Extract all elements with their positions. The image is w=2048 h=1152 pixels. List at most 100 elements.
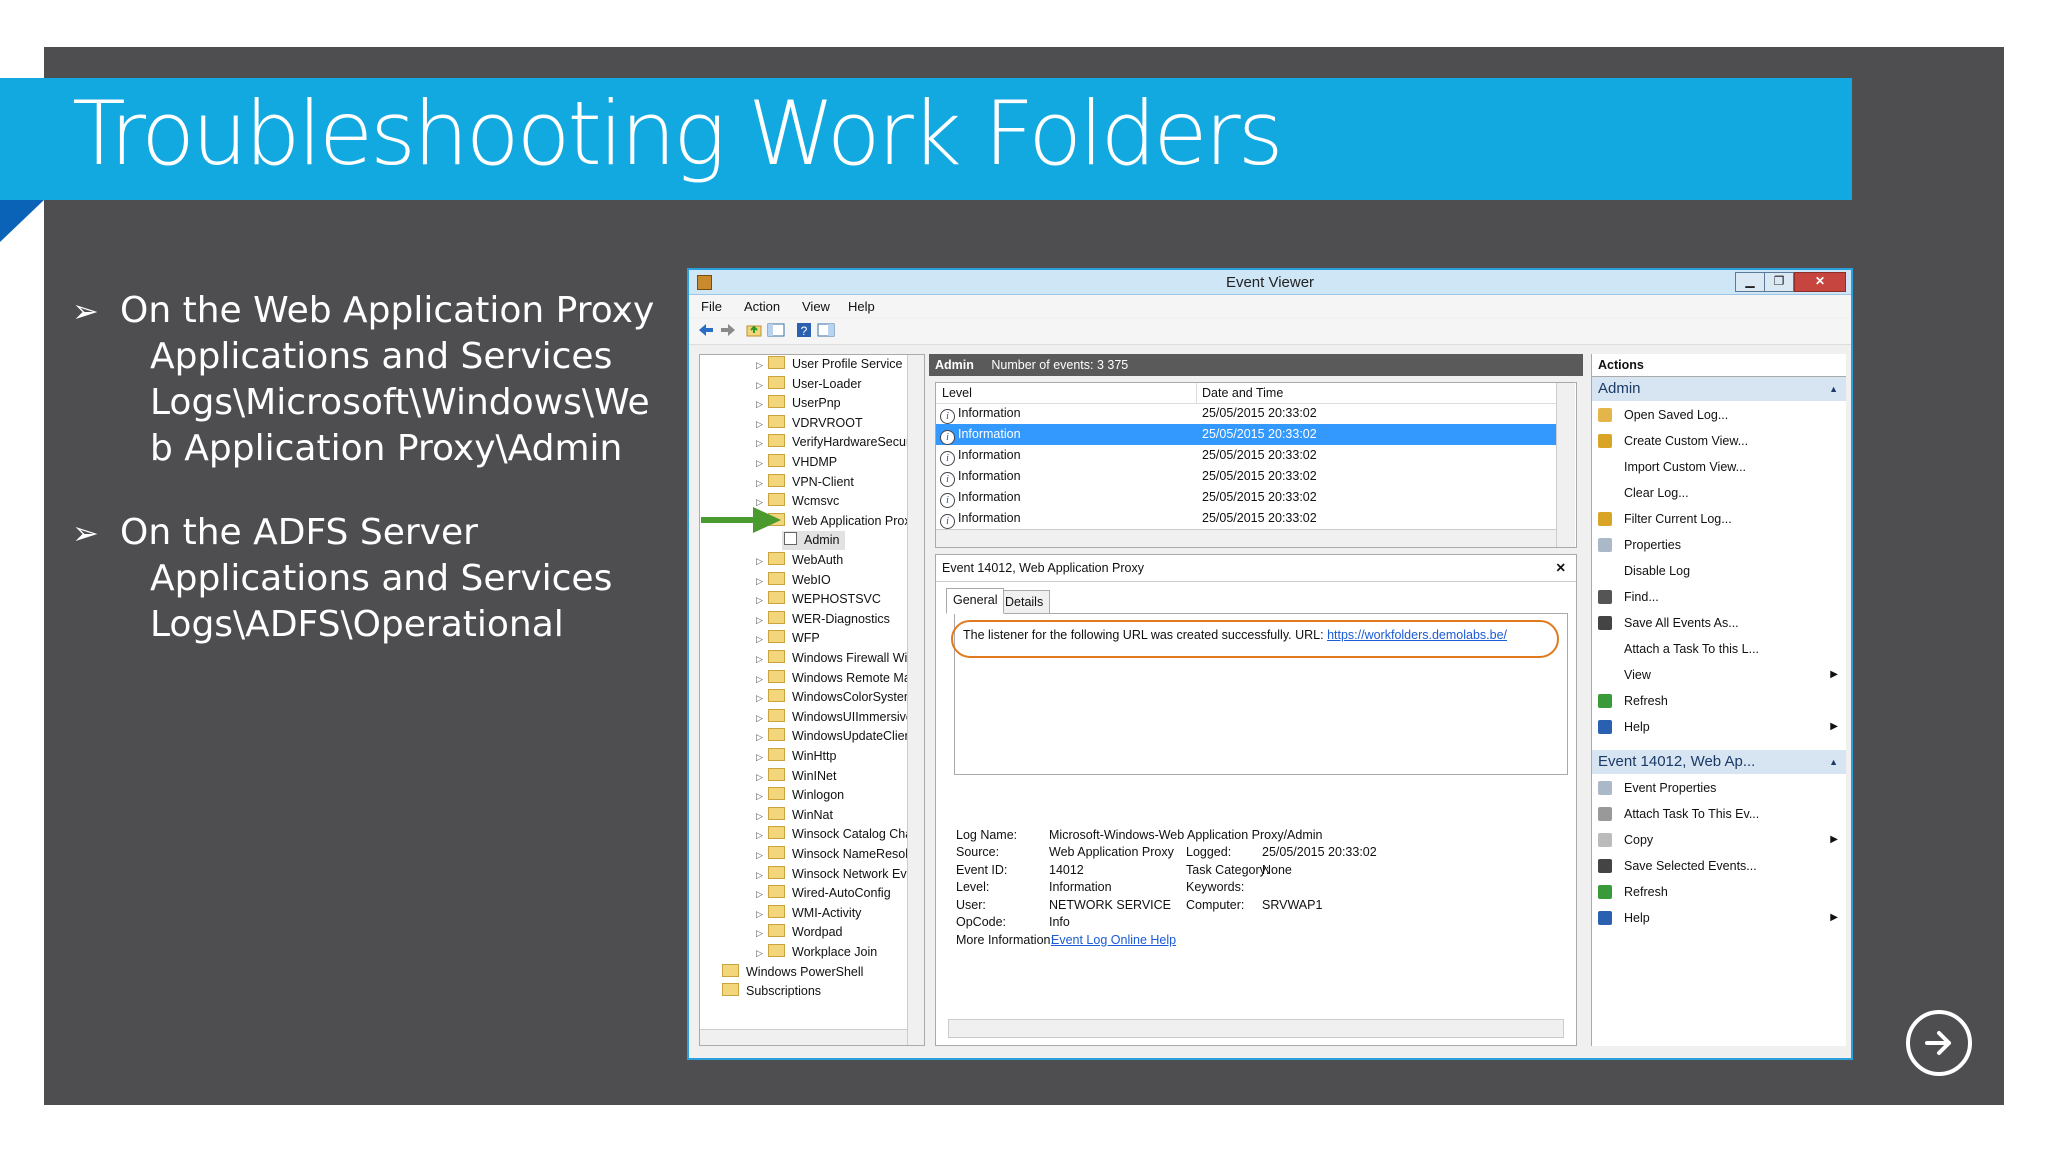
- detail-hscroll[interactable]: [948, 1019, 1564, 1038]
- close-detail-icon[interactable]: ✕: [1556, 555, 1566, 581]
- tree-item[interactable]: ▷ WindowsColorSystem: [756, 688, 914, 707]
- tab-general[interactable]: General: [946, 588, 1005, 614]
- close-button[interactable]: ✕: [1794, 272, 1846, 292]
- expand-icon[interactable]: ▷: [756, 846, 768, 865]
- tree-item[interactable]: ▷ WindowsUIImmersive: [756, 708, 913, 727]
- tree-item[interactable]: Windows PowerShell: [722, 963, 863, 982]
- collapse-icon[interactable]: ▲: [1829, 750, 1838, 774]
- expand-icon[interactable]: ▷: [756, 552, 768, 571]
- tree-item[interactable]: ▷ VerifyHardwareSecurity: [756, 433, 923, 452]
- table-row[interactable]: i Information 25/05/2015 20:33:02: [936, 487, 1556, 508]
- action-item[interactable]: Help ▶: [1592, 905, 1846, 931]
- tree-item[interactable]: ▷ VPN-Client: [756, 473, 854, 492]
- expand-icon[interactable]: ▷: [756, 591, 768, 610]
- maximize-button[interactable]: ❐: [1764, 272, 1794, 292]
- expand-icon[interactable]: ▷: [756, 944, 768, 963]
- menu-file[interactable]: File: [701, 299, 722, 314]
- tree-item[interactable]: ▷ Winsock Network Event: [756, 865, 924, 884]
- menu-action[interactable]: Action: [744, 299, 780, 314]
- action-item[interactable]: Attach a Task To this L...: [1592, 636, 1846, 662]
- expand-icon[interactable]: ▷: [756, 787, 768, 806]
- expand-icon[interactable]: ▷: [756, 395, 768, 414]
- next-slide-button[interactable]: [1906, 1010, 1972, 1076]
- tab-details[interactable]: Details: [998, 590, 1051, 614]
- expand-icon[interactable]: ▷: [756, 356, 768, 375]
- tree-item[interactable]: ▷ UserPnp: [756, 394, 841, 413]
- expand-icon[interactable]: ▷: [756, 905, 768, 924]
- event-list-hscroll[interactable]: [936, 529, 1556, 547]
- tree-item[interactable]: ▷ WinHttp: [756, 747, 836, 766]
- column-date-time[interactable]: Date and Time: [1202, 386, 1283, 400]
- back-icon[interactable]: [697, 321, 715, 339]
- expand-icon[interactable]: ▷: [756, 689, 768, 708]
- tree-item[interactable]: ▷ Windows Remote Manage: [756, 669, 924, 689]
- tree-item[interactable]: ▷ Wired-AutoConfig: [756, 884, 891, 903]
- action-item[interactable]: Refresh: [1592, 688, 1846, 714]
- expand-icon[interactable]: ▷: [756, 611, 768, 630]
- tree-item[interactable]: ▷ Winsock Catalog Change: [756, 825, 924, 845]
- action-item[interactable]: View ▶: [1592, 662, 1846, 688]
- expand-icon[interactable]: ▷: [756, 885, 768, 904]
- menu-help[interactable]: Help: [848, 299, 875, 314]
- forward-icon[interactable]: [719, 321, 737, 339]
- tree-item[interactable]: ▷ WER-Diagnostics: [756, 610, 890, 629]
- expand-icon[interactable]: ▷: [756, 650, 768, 669]
- expand-icon[interactable]: ▷: [756, 630, 768, 649]
- collapse-icon[interactable]: ▲: [1829, 377, 1838, 401]
- tree-vscroll[interactable]: [907, 355, 924, 1045]
- table-row[interactable]: i Information 25/05/2015 20:33:02: [936, 508, 1556, 529]
- action-item[interactable]: Open Saved Log...: [1592, 402, 1846, 428]
- tree-item[interactable]: ▷ WFP: [756, 629, 820, 648]
- tree-item[interactable]: Admin: [782, 531, 846, 551]
- expand-icon[interactable]: ▷: [756, 768, 768, 787]
- tree-hscroll[interactable]: [700, 1029, 907, 1045]
- tree-item[interactable]: ▷ WinINet: [756, 767, 836, 786]
- action-item[interactable]: Find...: [1592, 584, 1846, 610]
- table-row[interactable]: i Information 25/05/2015 20:33:02: [936, 445, 1556, 466]
- expand-icon[interactable]: ▷: [756, 826, 768, 845]
- tree-item[interactable]: ▷ WEPHOSTSVC: [756, 590, 881, 609]
- up-folder-icon[interactable]: [745, 321, 763, 339]
- tree-item[interactable]: ▷ Wordpad: [756, 923, 843, 942]
- tree-item[interactable]: ▷ VHDMP: [756, 453, 837, 472]
- table-row[interactable]: i Information 25/05/2015 20:33:02: [936, 466, 1556, 487]
- tree-item[interactable]: ▷ Winlogon: [756, 786, 844, 805]
- tree-item[interactable]: ▷ WindowsUpdateClient: [756, 727, 915, 746]
- show-action-pane-icon[interactable]: [817, 321, 835, 339]
- action-item[interactable]: Save Selected Events...: [1592, 853, 1846, 879]
- minimize-button[interactable]: ▁: [1735, 272, 1765, 292]
- tree-item[interactable]: ▷ WebAuth: [756, 551, 843, 570]
- expand-icon[interactable]: ▷: [756, 454, 768, 473]
- expand-icon[interactable]: ▷: [756, 924, 768, 943]
- action-item[interactable]: Event Properties: [1592, 775, 1846, 801]
- action-item[interactable]: Refresh: [1592, 879, 1846, 905]
- tree-item[interactable]: ▷ WebIO: [756, 571, 831, 590]
- actions-section-header[interactable]: Admin ▲: [1592, 377, 1846, 401]
- action-item[interactable]: Save All Events As...: [1592, 610, 1846, 636]
- tree-item[interactable]: ▷ Windows Firewall With Ad: [756, 649, 924, 669]
- tree-item[interactable]: ▷ User-Loader: [756, 375, 861, 394]
- expand-icon[interactable]: ▷: [756, 866, 768, 885]
- expand-icon[interactable]: ▷: [756, 728, 768, 747]
- tree-item[interactable]: ▷ WinNat: [756, 806, 833, 825]
- action-item[interactable]: Import Custom View...: [1592, 454, 1846, 480]
- help-icon[interactable]: ?: [795, 321, 813, 339]
- menu-view[interactable]: View: [802, 299, 830, 314]
- expand-icon[interactable]: ▷: [756, 670, 768, 689]
- action-item[interactable]: Filter Current Log...: [1592, 506, 1846, 532]
- tree-item[interactable]: ▷ Workplace Join: [756, 943, 877, 962]
- table-row[interactable]: i Information 25/05/2015 20:33:02: [936, 424, 1556, 445]
- action-item[interactable]: Disable Log: [1592, 558, 1846, 584]
- expand-icon[interactable]: ▷: [756, 572, 768, 591]
- action-item[interactable]: Attach Task To This Ev...: [1592, 801, 1846, 827]
- action-item[interactable]: Copy ▶: [1592, 827, 1846, 853]
- action-item[interactable]: Create Custom View...: [1592, 428, 1846, 454]
- tree-item[interactable]: ▷ User Profile Service: [756, 355, 902, 374]
- expand-icon[interactable]: ▷: [756, 474, 768, 493]
- event-list-vscroll[interactable]: [1556, 383, 1575, 547]
- expand-icon[interactable]: ▷: [756, 415, 768, 434]
- expand-icon[interactable]: ▷: [756, 434, 768, 453]
- column-level[interactable]: Level: [942, 386, 972, 400]
- show-hide-tree-icon[interactable]: [767, 321, 785, 339]
- tree-item[interactable]: ▷ Winsock NameResolution: [756, 845, 924, 865]
